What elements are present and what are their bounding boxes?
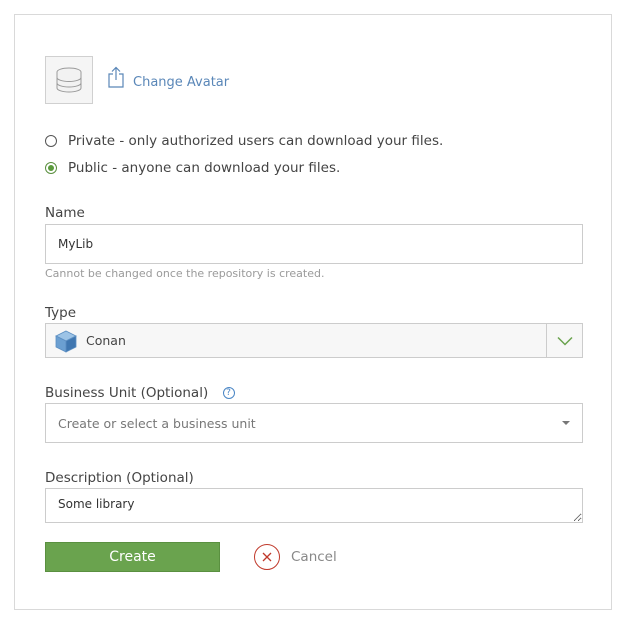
database-icon	[56, 67, 82, 93]
repository-avatar	[45, 56, 93, 104]
repository-form-panel: Change Avatar Private - only authorized …	[14, 14, 612, 610]
private-option-label: Private - only authorized users can down…	[68, 133, 444, 149]
caret-down-icon	[562, 421, 570, 425]
public-radio[interactable]	[45, 162, 57, 174]
private-radio[interactable]	[45, 135, 57, 147]
conan-package-icon	[55, 330, 77, 353]
name-hint: Cannot be changed once the repository is…	[45, 267, 325, 280]
type-label: Type	[45, 305, 77, 321]
upload-icon	[108, 66, 124, 88]
name-input[interactable]	[45, 224, 583, 264]
business-unit-label: Business Unit (Optional) ?	[45, 385, 235, 401]
business-unit-select[interactable]: Create or select a business unit	[45, 403, 583, 443]
close-circle-icon	[254, 544, 280, 570]
visibility-private-option[interactable]: Private - only authorized users can down…	[45, 133, 443, 149]
type-value: Conan	[86, 333, 126, 348]
visibility-public-option[interactable]: Public - anyone can download your files.	[45, 160, 340, 176]
business-unit-label-text: Business Unit (Optional)	[45, 385, 209, 401]
help-icon[interactable]: ?	[222, 387, 235, 399]
change-avatar-button[interactable]: Change Avatar	[107, 65, 229, 90]
close-icon	[262, 552, 272, 562]
name-label: Name	[45, 205, 85, 221]
description-label: Description (Optional)	[45, 470, 194, 486]
chevron-down-icon	[556, 336, 573, 346]
avatar-row: Change Avatar	[45, 55, 229, 105]
public-option-label: Public - anyone can download your files.	[68, 160, 341, 176]
change-avatar-label[interactable]: Change Avatar	[133, 75, 229, 90]
create-button[interactable]: Create	[45, 542, 220, 572]
cancel-label: Cancel	[291, 549, 337, 565]
cancel-button[interactable]: Cancel	[254, 544, 337, 570]
business-unit-placeholder: Create or select a business unit	[58, 415, 256, 431]
type-dropdown-toggle[interactable]	[546, 324, 582, 357]
type-select[interactable]: Conan	[45, 323, 583, 358]
description-textarea[interactable]: Some library	[45, 488, 583, 523]
